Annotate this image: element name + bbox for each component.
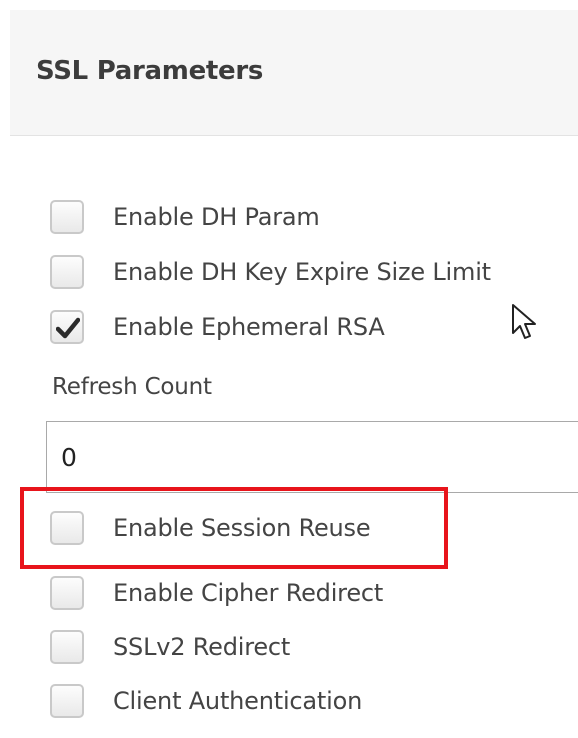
refresh-count-input[interactable]: [46, 421, 578, 493]
option-label: Enable DH Param: [113, 203, 320, 231]
enable-cipher-redirect-checkbox[interactable]: [50, 576, 84, 610]
option-enable-cipher-redirect[interactable]: Enable Cipher Redirect: [50, 573, 383, 613]
option-client-authentication[interactable]: Client Authentication: [50, 681, 362, 721]
option-enable-dh-param[interactable]: Enable DH Param: [50, 197, 320, 237]
panel-header: SSL Parameters: [10, 10, 578, 136]
option-label: Client Authentication: [113, 687, 363, 715]
option-enable-session-reuse[interactable]: Enable Session Reuse: [50, 508, 371, 548]
enable-session-reuse-checkbox[interactable]: [50, 511, 84, 545]
option-enable-ephemeral-rsa[interactable]: Enable Ephemeral RSA: [50, 307, 385, 347]
option-label: Enable Cipher Redirect: [113, 579, 384, 607]
refresh-count-label: Refresh Count: [52, 374, 212, 400]
sslv2-redirect-checkbox[interactable]: [50, 630, 84, 664]
checkmark-icon: [56, 317, 80, 339]
option-label: Enable DH Key Expire Size Limit: [113, 258, 491, 286]
enable-dh-param-checkbox[interactable]: [50, 200, 84, 234]
client-authentication-checkbox[interactable]: [50, 684, 84, 718]
option-sslv2-redirect[interactable]: SSLv2 Redirect: [50, 627, 290, 667]
option-label: SSLv2 Redirect: [113, 633, 291, 661]
mouse-pointer-icon: [512, 304, 536, 339]
option-enable-dh-key-expire-size-limit[interactable]: Enable DH Key Expire Size Limit: [50, 252, 491, 292]
enable-ephemeral-rsa-checkbox[interactable]: [50, 310, 84, 344]
panel-body: Enable DH Param Enable DH Key Expire Siz…: [10, 145, 578, 738]
ssl-parameters-page: SSL Parameters Enable DH Param Enable DH…: [0, 0, 578, 738]
panel-title: SSL Parameters: [36, 56, 264, 86]
option-label: Enable Ephemeral RSA: [113, 313, 385, 341]
option-label: Enable Session Reuse: [113, 514, 371, 542]
enable-dh-key-expire-size-limit-checkbox[interactable]: [50, 255, 84, 289]
